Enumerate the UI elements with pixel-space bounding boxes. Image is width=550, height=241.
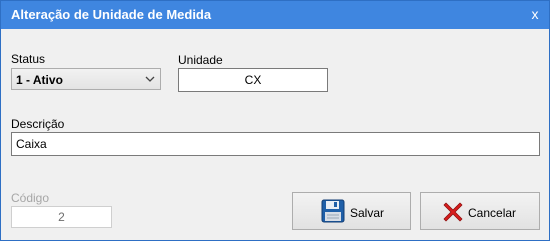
unidade-label: Unidade — [178, 53, 223, 67]
descricao-label: Descrição — [11, 117, 65, 131]
save-button-label: Salvar — [350, 206, 385, 220]
title-bar: Alteração de Unidade de Medida x — [1, 1, 549, 29]
cancel-button[interactable]: Cancelar — [420, 192, 540, 230]
chevron-down-icon — [145, 76, 155, 82]
cancel-button-label: Cancelar — [468, 206, 517, 220]
codigo-field — [11, 206, 112, 228]
window-title: Alteração de Unidade de Medida — [11, 7, 212, 22]
red-x-icon — [443, 202, 463, 222]
descricao-field[interactable] — [11, 132, 540, 156]
alteracao-unidade-dialog: Alteração de Unidade de Medida x Status … — [0, 0, 550, 241]
status-label: Status — [11, 52, 46, 66]
unidade-field[interactable] — [178, 68, 328, 92]
save-button[interactable]: Salvar — [292, 192, 411, 230]
status-selected-value: 1 - Ativo — [16, 73, 63, 87]
codigo-label: Código — [11, 191, 50, 205]
status-select[interactable]: 1 - Ativo — [11, 68, 161, 90]
close-button[interactable]: x — [527, 6, 543, 22]
floppy-disk-icon — [321, 199, 345, 223]
